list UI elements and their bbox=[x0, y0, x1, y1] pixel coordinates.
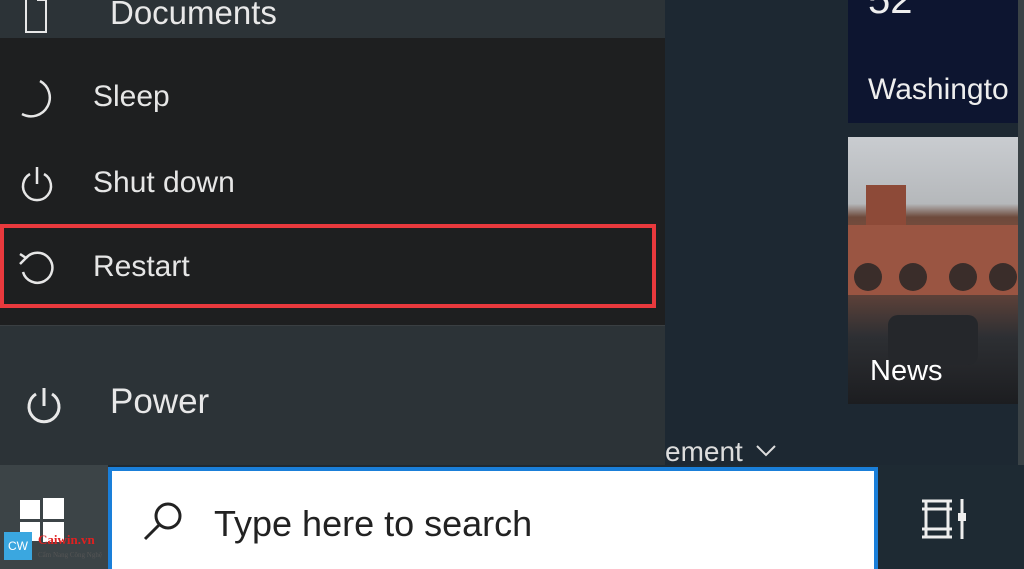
documents-item[interactable]: Documents bbox=[0, 0, 665, 38]
watermark-badge: CW bbox=[4, 532, 32, 560]
task-view-icon[interactable] bbox=[918, 497, 968, 541]
watermark-logo: CW Caiwin.vn Cẩm Nang Công Nghệ bbox=[4, 532, 144, 568]
taskbar: Type here to search bbox=[0, 465, 1024, 569]
group-label[interactable]: ement bbox=[665, 436, 743, 468]
power-icon bbox=[27, 388, 61, 424]
search-placeholder: Type here to search bbox=[214, 503, 533, 544]
power-menu: Sleep Shut down Restart bbox=[0, 38, 666, 326]
power-label: Power bbox=[110, 382, 210, 421]
moon-icon bbox=[21, 79, 52, 118]
watermark-tagline: Cẩm Nang Công Nghệ bbox=[38, 551, 102, 559]
weather-tile[interactable]: 52 Washingto bbox=[848, 0, 1018, 123]
menu-item-restart[interactable]: Restart bbox=[0, 224, 656, 308]
power-icon bbox=[21, 167, 53, 202]
news-label: News bbox=[870, 355, 943, 387]
weather-temp: 52 bbox=[868, 0, 913, 22]
power-button[interactable]: Power bbox=[0, 370, 665, 440]
document-icon bbox=[25, 0, 47, 33]
weather-city: Washingto bbox=[868, 73, 1009, 106]
watermark-name: Caiwin.vn bbox=[38, 532, 95, 547]
search-box[interactable]: Type here to search bbox=[108, 467, 878, 569]
news-tile[interactable]: News bbox=[848, 137, 1018, 404]
menu-item-shut-down[interactable]: Shut down bbox=[0, 140, 656, 224]
chevron-down-icon[interactable] bbox=[755, 444, 777, 458]
menu-item-sleep[interactable]: Sleep bbox=[0, 54, 656, 138]
shut-down-label: Shut down bbox=[93, 166, 235, 199]
search-icon bbox=[143, 502, 182, 541]
sleep-label: Sleep bbox=[93, 80, 170, 113]
restart-icon bbox=[19, 251, 54, 285]
documents-label: Documents bbox=[110, 0, 277, 31]
restart-label: Restart bbox=[93, 250, 190, 283]
